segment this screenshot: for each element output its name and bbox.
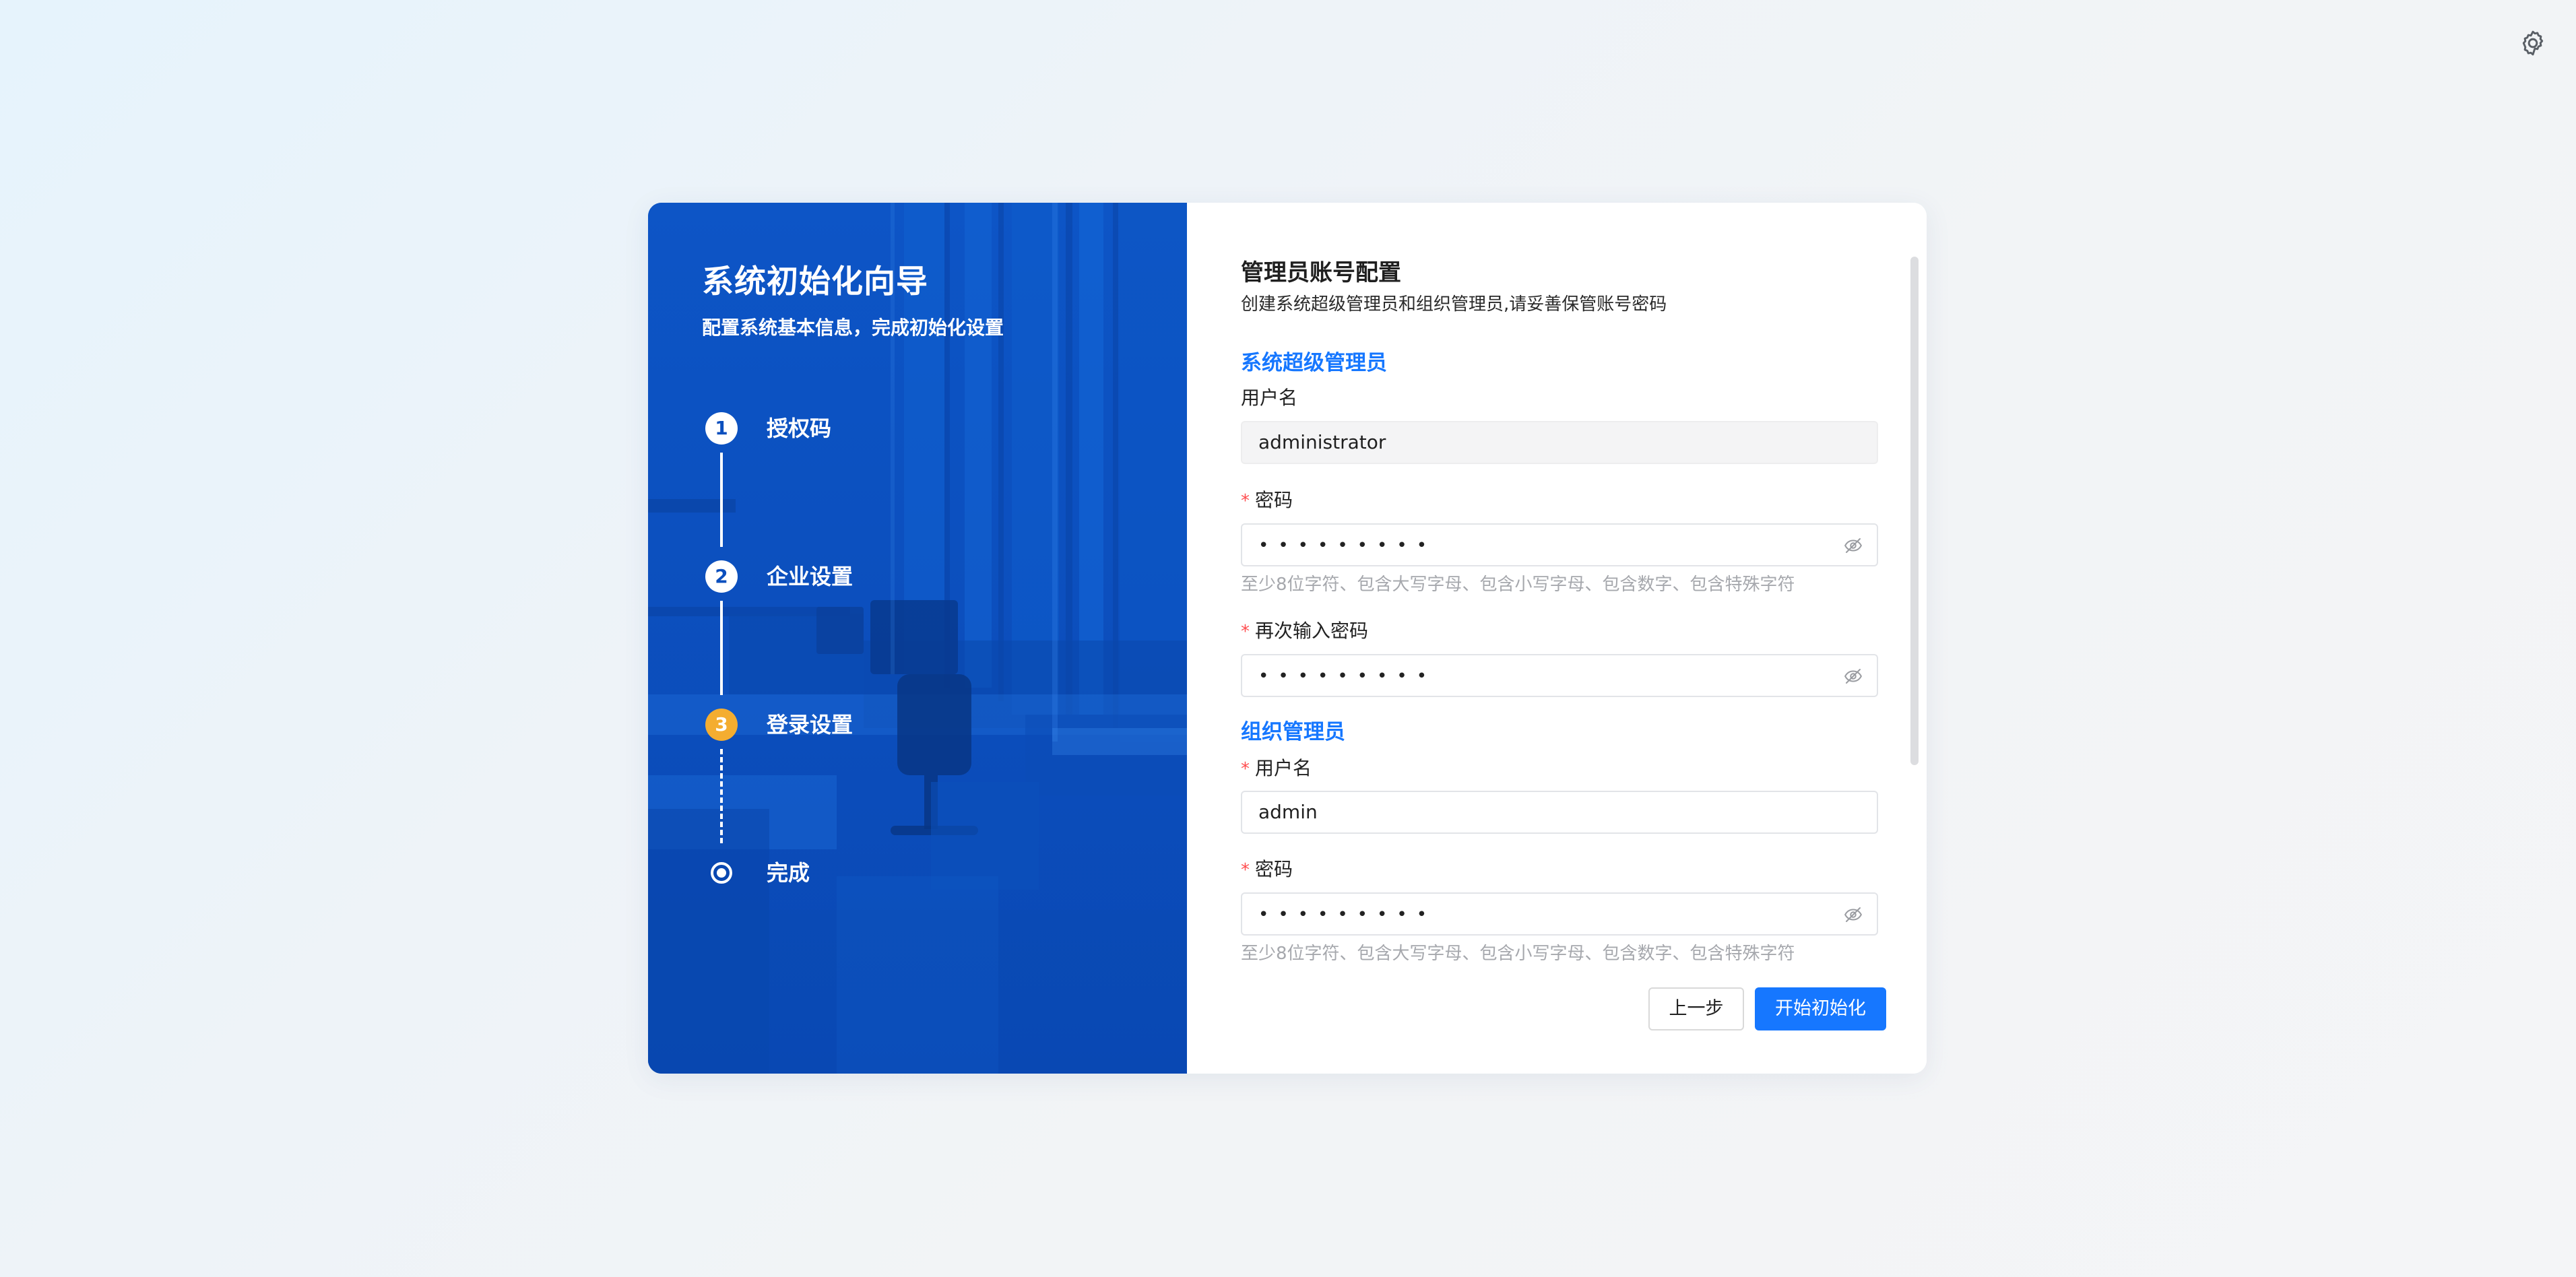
org-admin-username-label: * 用户名 — [1241, 754, 1312, 781]
org-admin-username-input[interactable]: admin — [1241, 791, 1878, 834]
step-1-number: 1 — [705, 412, 738, 445]
super-admin-confirm-input[interactable]: ••••••••• — [1241, 654, 1878, 697]
step-2-label: 企业设置 — [767, 564, 854, 589]
org-admin-password-hint: 至少8位字符、包含大写字母、包含小写字母、包含数字、包含特殊字符 — [1241, 944, 1795, 964]
step-connector-2-3 — [720, 601, 723, 695]
step-3-label: 登录设置 — [767, 712, 854, 738]
org-admin-password-value: ••••••••• — [1258, 905, 1437, 925]
org-admin-password-label-text: 密码 — [1255, 858, 1293, 880]
wizard-sidebar: 系统初始化向导 配置系统基本信息，完成初始化设置 1 授权码 2 企业设置 3 … — [648, 203, 1187, 1074]
super-admin-password-hint: 至少8位字符、包含大写字母、包含小写字母、包含数字、包含特殊字符 — [1241, 575, 1795, 595]
org-admin-password-label: * 密码 — [1241, 855, 1293, 882]
eye-off-icon[interactable] — [1843, 666, 1863, 686]
org-admin-group-title: 组织管理员 — [1241, 720, 1345, 744]
wizard-subtitle: 配置系统基本信息，完成初始化设置 — [702, 317, 1004, 339]
org-admin-password-input[interactable]: ••••••••• — [1241, 892, 1878, 936]
step-4-label: 完成 — [767, 860, 810, 886]
init-wizard-dialog: 系统初始化向导 配置系统基本信息，完成初始化设置 1 授权码 2 企业设置 3 … — [648, 203, 1927, 1074]
super-admin-username-input[interactable]: administrator — [1241, 421, 1878, 464]
super-admin-password-label: * 密码 — [1241, 486, 1293, 513]
eye-off-icon[interactable] — [1843, 535, 1863, 556]
required-mark: * — [1241, 622, 1250, 642]
eye-off-icon[interactable] — [1843, 905, 1863, 925]
start-init-button[interactable]: 开始初始化 — [1755, 987, 1886, 1030]
super-admin-password-input[interactable]: ••••••••• — [1241, 523, 1878, 566]
form-title: 管理员账号配置 — [1241, 259, 1401, 286]
step-1-label: 授权码 — [767, 416, 832, 441]
gear-icon[interactable] — [2518, 28, 2548, 58]
step-4-dot — [711, 862, 732, 884]
super-admin-password-label-text: 密码 — [1255, 489, 1293, 511]
super-admin-confirm-label: * 再次输入密码 — [1241, 616, 1368, 643]
previous-step-button[interactable]: 上一步 — [1648, 987, 1744, 1030]
wizard-title: 系统初始化向导 — [702, 263, 928, 300]
step-connector-3-4 — [720, 749, 723, 843]
super-admin-password-value: ••••••••• — [1258, 535, 1437, 556]
super-admin-confirm-value: ••••••••• — [1258, 666, 1437, 686]
org-admin-username-label-text: 用户名 — [1255, 757, 1312, 779]
admin-account-form: 管理员账号配置 创建系统超级管理员和组织管理员,请妥善保管账号密码 系统超级管理… — [1187, 203, 1927, 1074]
required-mark: * — [1241, 491, 1250, 511]
super-admin-username-label: 用户名 — [1241, 387, 1298, 409]
form-scrollbar-thumb[interactable] — [1910, 257, 1919, 765]
step-connector-1-2 — [720, 453, 723, 547]
super-admin-confirm-label-text: 再次输入密码 — [1255, 620, 1369, 642]
super-admin-group-title: 系统超级管理员 — [1241, 351, 1387, 375]
step-2-number: 2 — [705, 560, 738, 593]
step-3-number: 3 — [705, 709, 738, 741]
form-description: 创建系统超级管理员和组织管理员,请妥善保管账号密码 — [1241, 294, 1667, 315]
required-mark: * — [1241, 759, 1250, 779]
required-mark: * — [1241, 860, 1250, 880]
